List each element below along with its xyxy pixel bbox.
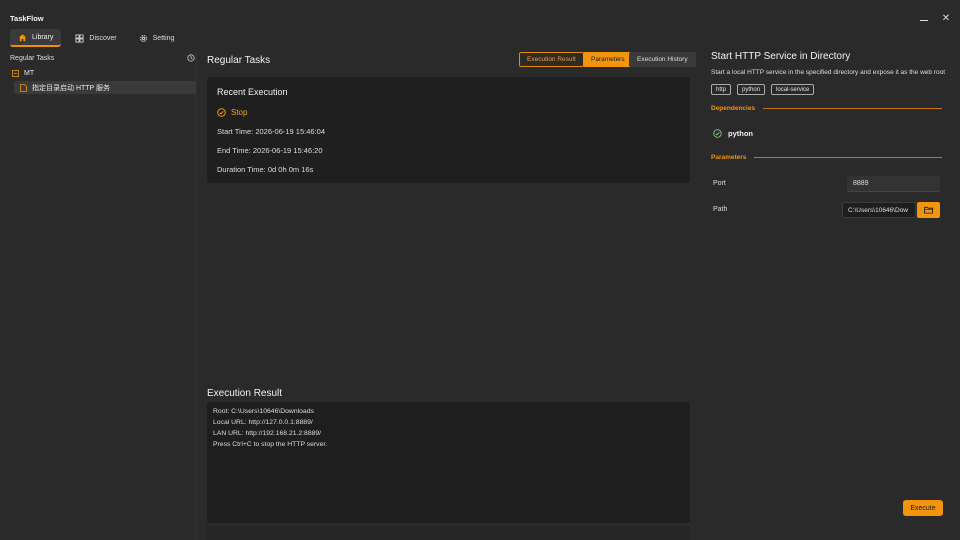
tag: http [711, 84, 732, 95]
tree-item-label: 指定目录启动 HTTP 服务 [32, 84, 111, 92]
task-description: Start a local HTTP service in the specif… [711, 69, 945, 76]
file-icon [20, 83, 27, 92]
segment-parameters[interactable]: Parameters [583, 52, 633, 67]
console-input-bar[interactable] [207, 526, 690, 540]
tab-setting[interactable]: Setting [131, 29, 183, 47]
close-icon[interactable]: ✕ [940, 12, 952, 24]
port-label: Port [713, 180, 726, 187]
stop-button[interactable]: Stop [217, 108, 247, 117]
dependency-item: python [713, 129, 753, 138]
tree-item-http-service[interactable]: 指定目录启动 HTTP 服务 [14, 81, 196, 94]
gear-icon [139, 34, 147, 42]
duration-time: Duration Time: 0d 0h 0m 16s [217, 165, 314, 174]
browse-folder-button[interactable] [917, 202, 940, 218]
home-icon [18, 33, 27, 41]
task-detail-panel: Start HTTP Service in Directory Start a … [700, 50, 960, 540]
grid-icon [75, 33, 84, 43]
segment-execution-result[interactable]: Execution Result [519, 52, 584, 67]
tag: python [737, 84, 766, 95]
port-input[interactable]: 8889 [847, 176, 940, 192]
tab-setting-label: Setting [152, 34, 175, 42]
console-line: Press Ctrl+C to stop the HTTP server. [213, 441, 328, 448]
window-controls: ✕ [918, 12, 952, 24]
start-time: Start Time: 2026-06-19 15:46:04 [217, 127, 325, 136]
execute-button[interactable]: Execute [903, 500, 943, 516]
tree-group-label: MT [24, 70, 35, 77]
task-title: Start HTTP Service in Directory [711, 51, 851, 62]
dependency-name: python [728, 129, 753, 138]
sidebar-header: Regular Tasks [10, 54, 195, 62]
tree-group-mt[interactable]: MT [12, 70, 34, 77]
parameters-label: Parameters [711, 154, 747, 161]
check-circle-icon [713, 129, 722, 138]
console-line: Local URL: http://127.0.0.1:8889/ [213, 419, 313, 426]
folder-icon [924, 206, 933, 214]
segment-execution-history[interactable]: Execution History [629, 52, 696, 67]
sidebar: Regular Tasks MT 指定目录启动 HTTP 服务 [0, 50, 197, 540]
app-title: TaskFlow [10, 14, 44, 23]
recent-execution-title: Recent Execution [217, 87, 288, 97]
tag: local-service [771, 84, 815, 95]
divider [763, 108, 942, 109]
check-circle-icon [217, 108, 226, 117]
dependencies-label: Dependencies [711, 105, 756, 112]
tab-discover[interactable]: Discover [67, 29, 124, 47]
task-tags: http python local-service [711, 84, 815, 95]
recent-execution-card: Recent Execution Stop Start Time: 2026-0… [207, 77, 690, 183]
path-label: Path [713, 206, 728, 213]
minimize-icon[interactable] [918, 12, 930, 24]
dependencies-section: Dependencies [711, 105, 942, 112]
stop-label: Stop [231, 108, 248, 117]
tab-library[interactable]: Library [10, 29, 62, 47]
main-title: Regular Tasks [207, 55, 271, 66]
tab-library-label: Library [32, 33, 54, 41]
execution-console[interactable]: Root: C:\Users\10646\Downloads Local URL… [207, 402, 690, 523]
minus-box-icon[interactable] [12, 70, 19, 77]
path-input[interactable]: C:\Users\10646\Dow [842, 202, 916, 218]
console-line: LAN URL: http://192.168.21.2:8889/ [213, 430, 322, 437]
divider [754, 157, 942, 158]
history-icon[interactable] [187, 54, 195, 62]
top-nav: Library Discover Setting [10, 29, 182, 47]
tab-discover-label: Discover [89, 34, 117, 42]
parameters-section: Parameters [711, 154, 942, 161]
console-line: Root: C:\Users\10646\Downloads [213, 408, 314, 415]
execution-result-title: Execution Result [207, 388, 283, 399]
end-time: End Time: 2026-06-19 15:46:20 [217, 146, 323, 155]
sidebar-title: Regular Tasks [10, 54, 55, 62]
